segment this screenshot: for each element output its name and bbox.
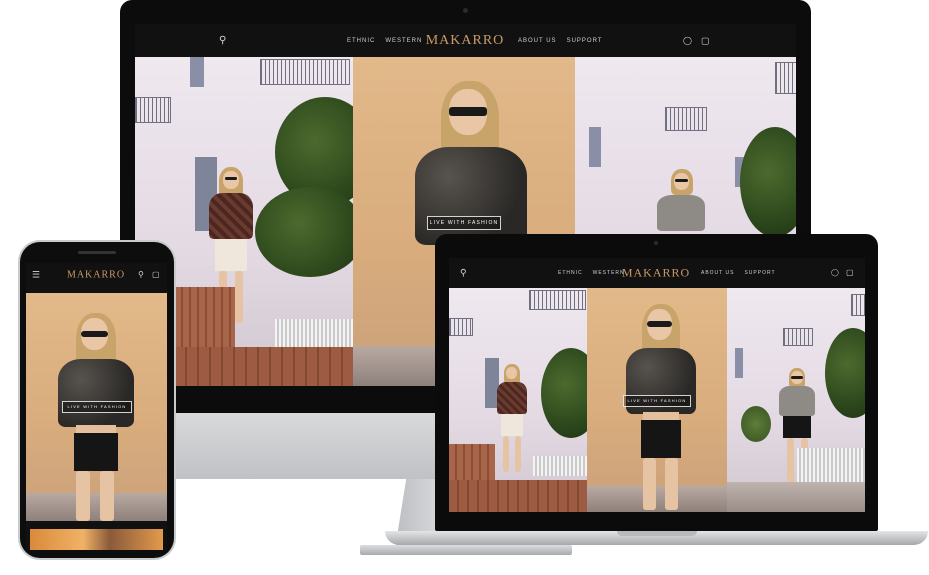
palm-tree <box>255 187 353 277</box>
palm-tree <box>825 328 865 418</box>
white-fence <box>275 319 353 347</box>
building-window <box>190 57 204 87</box>
laptop-notch <box>617 531 697 536</box>
balcony-railing <box>775 62 796 94</box>
hero-image-mobile: LIVE WITH FASHION <box>26 293 167 521</box>
site-logo[interactable]: MAKARRO <box>622 266 690 281</box>
palm-tree <box>541 348 587 438</box>
laptop-camera <box>654 241 658 245</box>
hero-image-left <box>449 288 587 512</box>
balcony-railing <box>529 290 586 310</box>
wooden-table <box>175 347 353 386</box>
model-figure <box>493 364 531 474</box>
menu-icon[interactable]: ☰ <box>32 270 40 280</box>
mobile-screen: ☰ MAKARRO ⚲ ▢ LIVE WITH FASHION <box>26 263 167 550</box>
hero-tagline: LIVE WITH FASHION <box>427 216 501 230</box>
nav-link-support[interactable]: SUPPORT <box>567 38 603 44</box>
account-icon[interactable]: ◯ <box>683 36 692 45</box>
building-window <box>735 348 743 378</box>
desktop-camera <box>463 8 468 13</box>
wooden-table <box>449 480 587 512</box>
search-icon[interactable]: ⚲ <box>138 271 144 279</box>
bench <box>175 287 235 351</box>
cart-icon[interactable]: ▢ <box>846 269 854 277</box>
site-logo[interactable]: MAKARRO <box>426 33 505 49</box>
nav-link-western[interactable]: WESTERN <box>593 270 625 276</box>
search-icon[interactable]: ⚲ <box>460 268 467 278</box>
shrub <box>741 406 771 442</box>
nav-link-about-us[interactable]: ABOUT US <box>518 38 557 44</box>
white-fence <box>797 448 865 484</box>
model-figure <box>54 313 138 521</box>
desktop-nav-right: ABOUT US SUPPORT <box>518 38 612 44</box>
model-figure <box>623 304 699 512</box>
hero-tagline: LIVE WITH FASHION <box>623 395 691 407</box>
laptop-nav-right: ABOUT US SUPPORT <box>701 270 786 276</box>
bench <box>449 444 495 484</box>
balcony-railing <box>135 97 171 123</box>
desktop-site-header: ⚲ ETHNIC WESTERN MAKARRO ABOUT US SUPPORT … <box>135 24 796 57</box>
hero-image-center: LIVE WITH FASHION <box>587 288 727 512</box>
nav-link-western[interactable]: WESTERN <box>385 38 422 44</box>
desktop-stand-base <box>360 545 572 555</box>
search-icon[interactable]: ⚲ <box>219 35 226 46</box>
nav-link-ethnic[interactable]: ETHNIC <box>347 38 375 44</box>
palm-tree <box>740 127 796 237</box>
nav-link-support[interactable]: SUPPORT <box>744 270 775 276</box>
balcony-railing <box>851 294 865 316</box>
nav-link-about-us[interactable]: ABOUT US <box>701 270 734 276</box>
building-window <box>589 127 601 167</box>
account-icon[interactable]: ◯ <box>831 270 839 277</box>
balcony-railing <box>449 318 473 336</box>
cart-icon[interactable]: ▢ <box>152 271 160 279</box>
section-divider <box>26 521 167 529</box>
mobile-site-header: ☰ MAKARRO ⚲ ▢ <box>26 263 167 287</box>
pavement <box>727 482 865 512</box>
site-logo[interactable]: MAKARRO <box>67 270 125 281</box>
nav-link-ethnic[interactable]: ETHNIC <box>558 270 583 276</box>
cart-icon[interactable]: ▢ <box>701 36 710 45</box>
balcony-railing <box>783 328 813 346</box>
laptop-site-header: ⚲ ETHNIC WESTERN MAKARRO ABOUT US SUPPORT … <box>449 258 865 288</box>
white-fence <box>533 456 587 476</box>
hero-tagline: LIVE WITH FASHION <box>62 401 132 413</box>
next-section-image <box>30 529 163 550</box>
phone-speaker <box>78 251 116 254</box>
desktop-nav-left: ETHNIC WESTERN <box>347 38 432 44</box>
balcony-railing <box>665 107 707 131</box>
laptop-screen: ⚲ ETHNIC WESTERN MAKARRO ABOUT US SUPPORT … <box>449 258 865 512</box>
hero-image-right <box>727 288 865 512</box>
balcony-railing <box>260 59 350 85</box>
